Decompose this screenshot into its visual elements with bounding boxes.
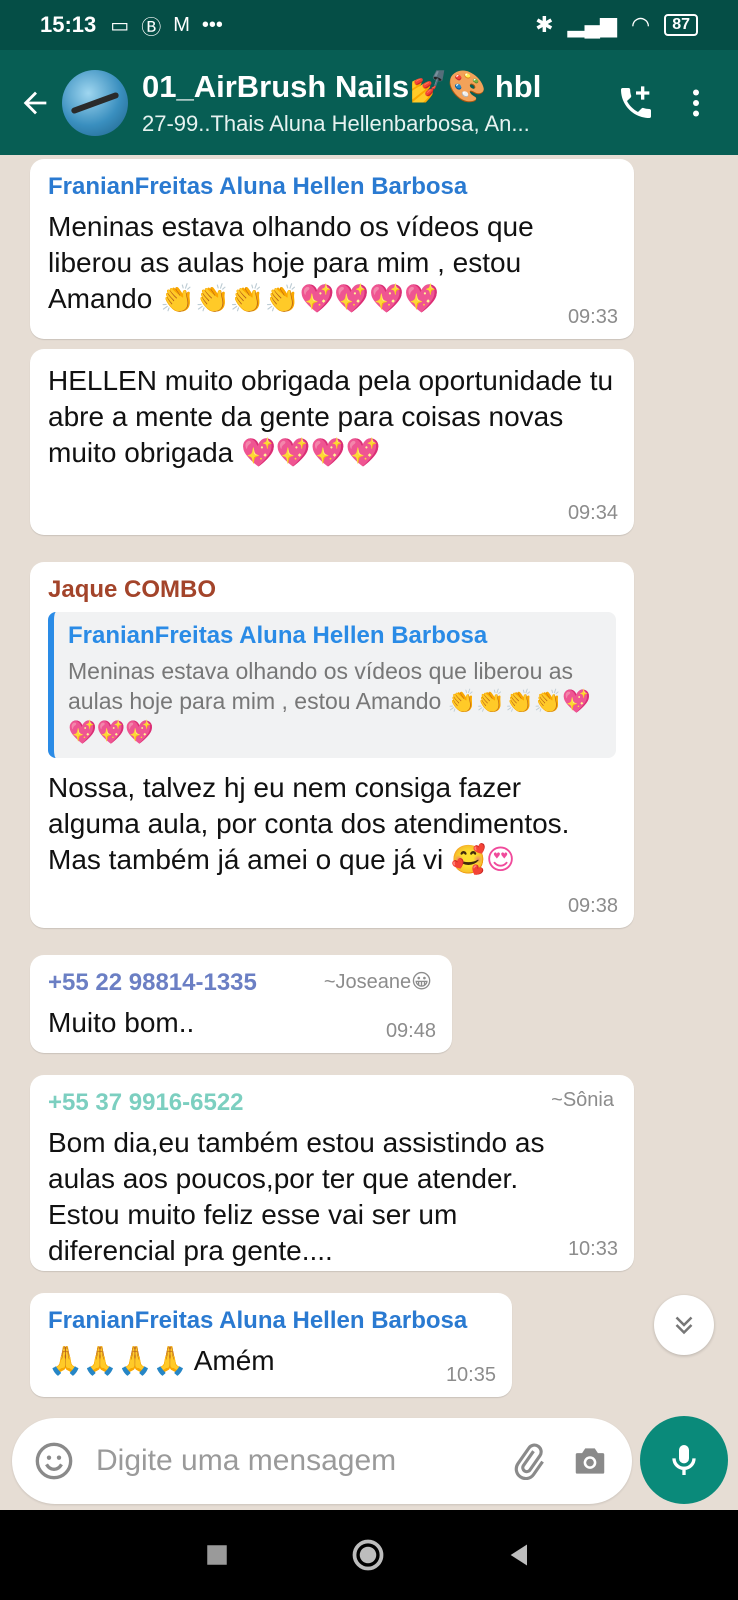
add-call-button[interactable] (606, 73, 666, 133)
bluetooth-icon: ✱ (535, 12, 554, 37)
group-participants: 27-99..Thais Aluna Hellenbarbosa, An... (142, 111, 530, 136)
message-time: 09:34 (567, 502, 618, 524)
message-sender-alias: ~Joseane😀 (323, 971, 432, 993)
message-sender: Jaque COMBO (48, 576, 217, 603)
b-icon: Ⓑ (141, 16, 162, 39)
arrow-left-icon (23, 91, 47, 114)
message-sender: FranianFreitas Aluna Hellen Barbosa (48, 1307, 468, 1334)
message-time: 10:35 (445, 1364, 496, 1386)
menu-button[interactable] (666, 73, 726, 133)
chat-area[interactable]: FranianFreitas Aluna Hellen Barbosa Meni… (0, 155, 738, 1405)
message-time: 09:33 (567, 306, 618, 328)
status-time: 15:13 (40, 12, 97, 37)
phone-plus-icon (621, 85, 651, 118)
message-time: 09:38 (567, 895, 618, 917)
quoted-sender: FranianFreitas Aluna Hellen Barbosa (68, 622, 488, 649)
message-sender: +55 37 9916-6522 (48, 1089, 244, 1116)
laptop-icon: ▭ (110, 14, 130, 37)
quoted-message[interactable]: FranianFreitas Aluna Hellen Barbosa Meni… (48, 612, 616, 758)
more-icon: ••• (201, 13, 223, 36)
camera-icon (575, 1448, 605, 1474)
quoted-text: Meninas estava olhando os vídeos que lib… (68, 656, 602, 748)
message-sender-alias: ~Sônia (551, 1089, 614, 1111)
message-bubble[interactable]: FranianFreitas Aluna Hellen Barbosa 🙏🙏🙏🙏… (30, 1293, 512, 1397)
smiley-icon (35, 1442, 73, 1480)
message-body: Muito bom.. (48, 1007, 195, 1038)
group-title: 01_AirBrush Nails💅🎨 hbl (142, 69, 542, 104)
message-emojis: 🙏🙏🙏🙏 (48, 1344, 188, 1377)
signal-icon: ▂▄▆ (567, 12, 617, 37)
message-time: 10:33 (567, 1238, 618, 1260)
wifi-icon: ◠ (631, 12, 651, 37)
message-time: 09:48 (385, 1020, 436, 1042)
home-icon[interactable] (350, 1537, 386, 1573)
message-emojis: 👏👏👏👏💖💖💖💖 (160, 282, 439, 315)
message-input[interactable]: Digite uma mensagem (96, 1444, 490, 1478)
back-button[interactable] (10, 78, 60, 128)
group-info[interactable]: 01_AirBrush Nails💅🎨 hbl 27-99..Thais Alu… (142, 68, 606, 137)
message-emojis: 💖💖💖💖 (241, 436, 381, 469)
message-bubble[interactable]: HELLEN muito obrigada pela oportunidade … (30, 349, 634, 535)
gmail-icon: M (173, 13, 190, 36)
status-bar: 15:13 ▭ Ⓑ M ••• ✱ ▂▄▆ ◠ 87 (0, 0, 738, 50)
message-emojis: 🥰😍 (451, 843, 516, 876)
battery-icon: 87 (664, 14, 698, 36)
status-notification-icons: ▭ Ⓑ M ••• (110, 11, 223, 40)
kebab-menu-icon (693, 89, 699, 116)
message-text: HELLEN muito obrigada pela oportunidade … (48, 363, 616, 471)
microphone-icon (672, 1445, 696, 1475)
scroll-down-button[interactable] (654, 1295, 714, 1355)
status-system-icons: ✱ ▂▄▆ ◠ 87 (535, 12, 698, 38)
back-nav-icon[interactable] (506, 1541, 534, 1569)
message-bubble[interactable]: +55 37 9916-6522 ~Sônia Bom dia,eu també… (30, 1075, 634, 1271)
chat-header: 01_AirBrush Nails💅🎨 hbl 27-99..Thais Alu… (0, 50, 738, 155)
attach-button[interactable] (504, 1437, 552, 1485)
recents-icon[interactable] (204, 1542, 230, 1568)
emoji-button[interactable] (30, 1437, 78, 1485)
message-bubble[interactable]: +55 22 98814-1335 ~Joseane😀 Muito bom.. … (30, 955, 452, 1053)
voice-message-button[interactable] (640, 1416, 728, 1504)
message-text: 🙏🙏🙏🙏 Amém (48, 1343, 494, 1379)
message-text: Nossa, talvez hj eu nem consiga fazer al… (48, 770, 616, 878)
double-chevron-down-icon (675, 1316, 693, 1335)
camera-button[interactable] (566, 1437, 614, 1485)
message-bubble[interactable]: Jaque COMBO FranianFreitas Aluna Hellen … (30, 562, 634, 928)
message-body: Bom dia,eu também estou assistindo as au… (48, 1127, 545, 1266)
paperclip-icon (514, 1443, 544, 1480)
message-bubble[interactable]: FranianFreitas Aluna Hellen Barbosa Meni… (30, 159, 634, 339)
message-body: Amém (193, 1345, 275, 1376)
message-input-bar: Digite uma mensagem (12, 1418, 632, 1504)
system-nav-bar (0, 1510, 738, 1600)
group-avatar[interactable] (62, 69, 128, 136)
message-sender: FranianFreitas Aluna Hellen Barbosa (48, 173, 468, 200)
message-text: Meninas estava olhando os vídeos que lib… (48, 209, 616, 317)
